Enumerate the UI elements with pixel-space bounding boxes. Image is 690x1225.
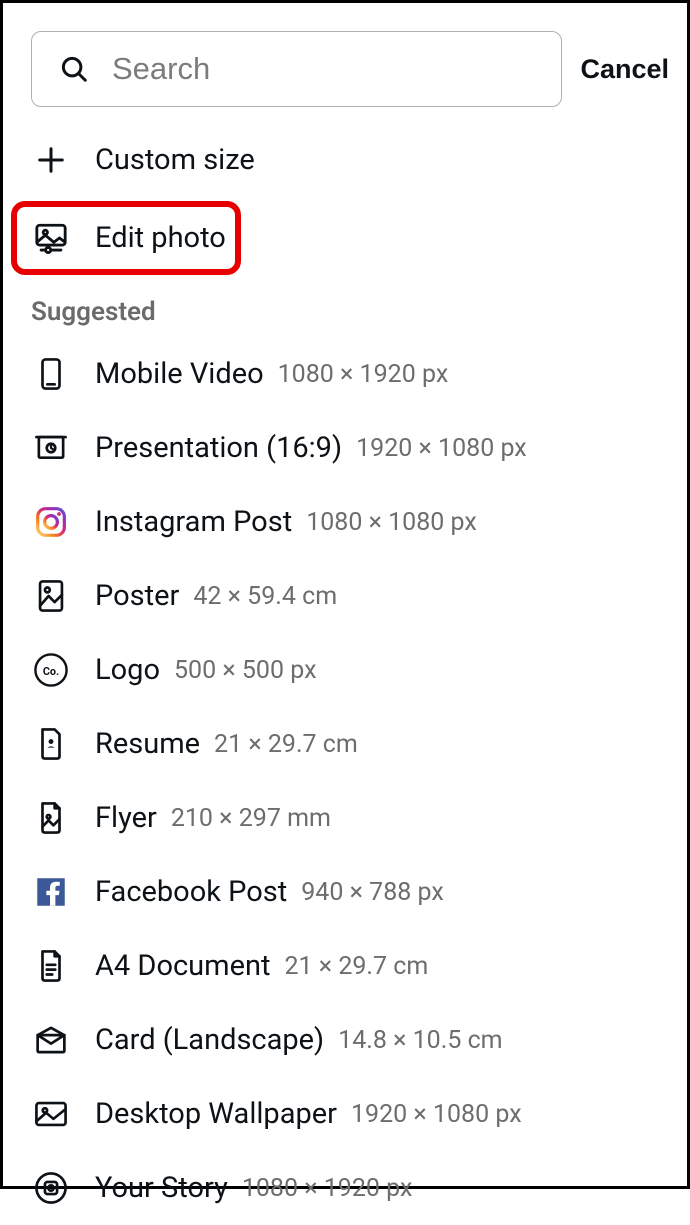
- edit-photo-label: Edit photo: [95, 221, 226, 255]
- instagram-icon: [31, 502, 71, 542]
- cancel-button[interactable]: Cancel: [578, 54, 671, 85]
- suggested-item-resume[interactable]: Resume 21 × 29.7 cm: [3, 707, 687, 781]
- suggested-item-card-landscape[interactable]: Card (Landscape) 14.8 × 10.5 cm: [3, 1003, 687, 1077]
- presentation-icon: [31, 428, 71, 468]
- item-label: A4 Document: [95, 949, 270, 983]
- item-label: Instagram Post: [95, 505, 292, 539]
- item-label: Card (Landscape): [95, 1023, 324, 1057]
- flyer-icon: [31, 798, 71, 838]
- suggested-item-desktop-wallpaper[interactable]: Desktop Wallpaper 1920 × 1080 px: [3, 1077, 687, 1151]
- item-dimensions: 500 × 500 px: [174, 656, 317, 685]
- story-icon: [31, 1168, 71, 1208]
- suggested-item-instagram-post[interactable]: Instagram Post 1080 × 1080 px: [3, 485, 687, 559]
- item-dimensions: 1920 × 1080 px: [356, 434, 527, 463]
- item-label: Desktop Wallpaper: [95, 1097, 337, 1131]
- item-dimensions: 14.8 × 10.5 cm: [338, 1026, 502, 1055]
- plus-icon: [31, 140, 71, 180]
- phone-icon: [31, 354, 71, 394]
- item-label: Logo: [95, 653, 160, 687]
- item-label: Mobile Video: [95, 357, 264, 391]
- wallpaper-icon: [31, 1094, 71, 1134]
- document-icon: [31, 946, 71, 986]
- suggested-item-your-story[interactable]: Your Story 1080 × 1920 px: [3, 1151, 687, 1225]
- suggested-item-facebook-post[interactable]: Facebook Post 940 × 788 px: [3, 855, 687, 929]
- suggested-item-logo[interactable]: Co. Logo 500 × 500 px: [3, 633, 687, 707]
- item-label: Poster: [95, 579, 179, 613]
- resume-icon: [31, 724, 71, 764]
- suggested-item-flyer[interactable]: Flyer 210 × 297 mm: [3, 781, 687, 855]
- custom-size-action[interactable]: Custom size: [3, 123, 687, 197]
- item-label: Resume: [95, 727, 200, 761]
- card-icon: [31, 1020, 71, 1060]
- item-dimensions: 21 × 29.7 cm: [284, 952, 428, 981]
- suggested-item-presentation[interactable]: Presentation (16:9) 1920 × 1080 px: [3, 411, 687, 485]
- item-dimensions: 1080 × 1920 px: [278, 360, 449, 389]
- custom-size-label: Custom size: [95, 143, 255, 177]
- item-dimensions: 1920 × 1080 px: [351, 1100, 522, 1129]
- logo-icon: Co.: [31, 650, 71, 690]
- suggested-item-poster[interactable]: Poster 42 × 59.4 cm: [3, 559, 687, 633]
- item-label: Your Story: [95, 1171, 228, 1205]
- item-dimensions: 1080 × 1920 px: [242, 1174, 413, 1203]
- svg-text:Co.: Co.: [43, 665, 59, 678]
- search-field[interactable]: [31, 31, 562, 107]
- facebook-icon: [31, 872, 71, 912]
- search-icon: [54, 49, 94, 89]
- item-dimensions: 42 × 59.4 cm: [193, 582, 337, 611]
- item-label: Presentation (16:9): [95, 431, 342, 465]
- suggested-heading: Suggested: [3, 283, 687, 337]
- edit-photo-action[interactable]: Edit photo: [11, 201, 241, 275]
- item-dimensions: 21 × 29.7 cm: [214, 730, 358, 759]
- suggested-item-a4-document[interactable]: A4 Document 21 × 29.7 cm: [3, 929, 687, 1003]
- item-dimensions: 210 × 297 mm: [171, 804, 331, 833]
- poster-icon: [31, 576, 71, 616]
- edit-photo-icon: [31, 218, 71, 258]
- item-dimensions: 1080 × 1080 px: [306, 508, 477, 537]
- item-label: Flyer: [95, 801, 157, 835]
- item-dimensions: 940 × 788 px: [301, 878, 444, 907]
- item-label: Facebook Post: [95, 875, 287, 909]
- search-input[interactable]: [112, 51, 539, 87]
- suggested-item-mobile-video[interactable]: Mobile Video 1080 × 1920 px: [3, 337, 687, 411]
